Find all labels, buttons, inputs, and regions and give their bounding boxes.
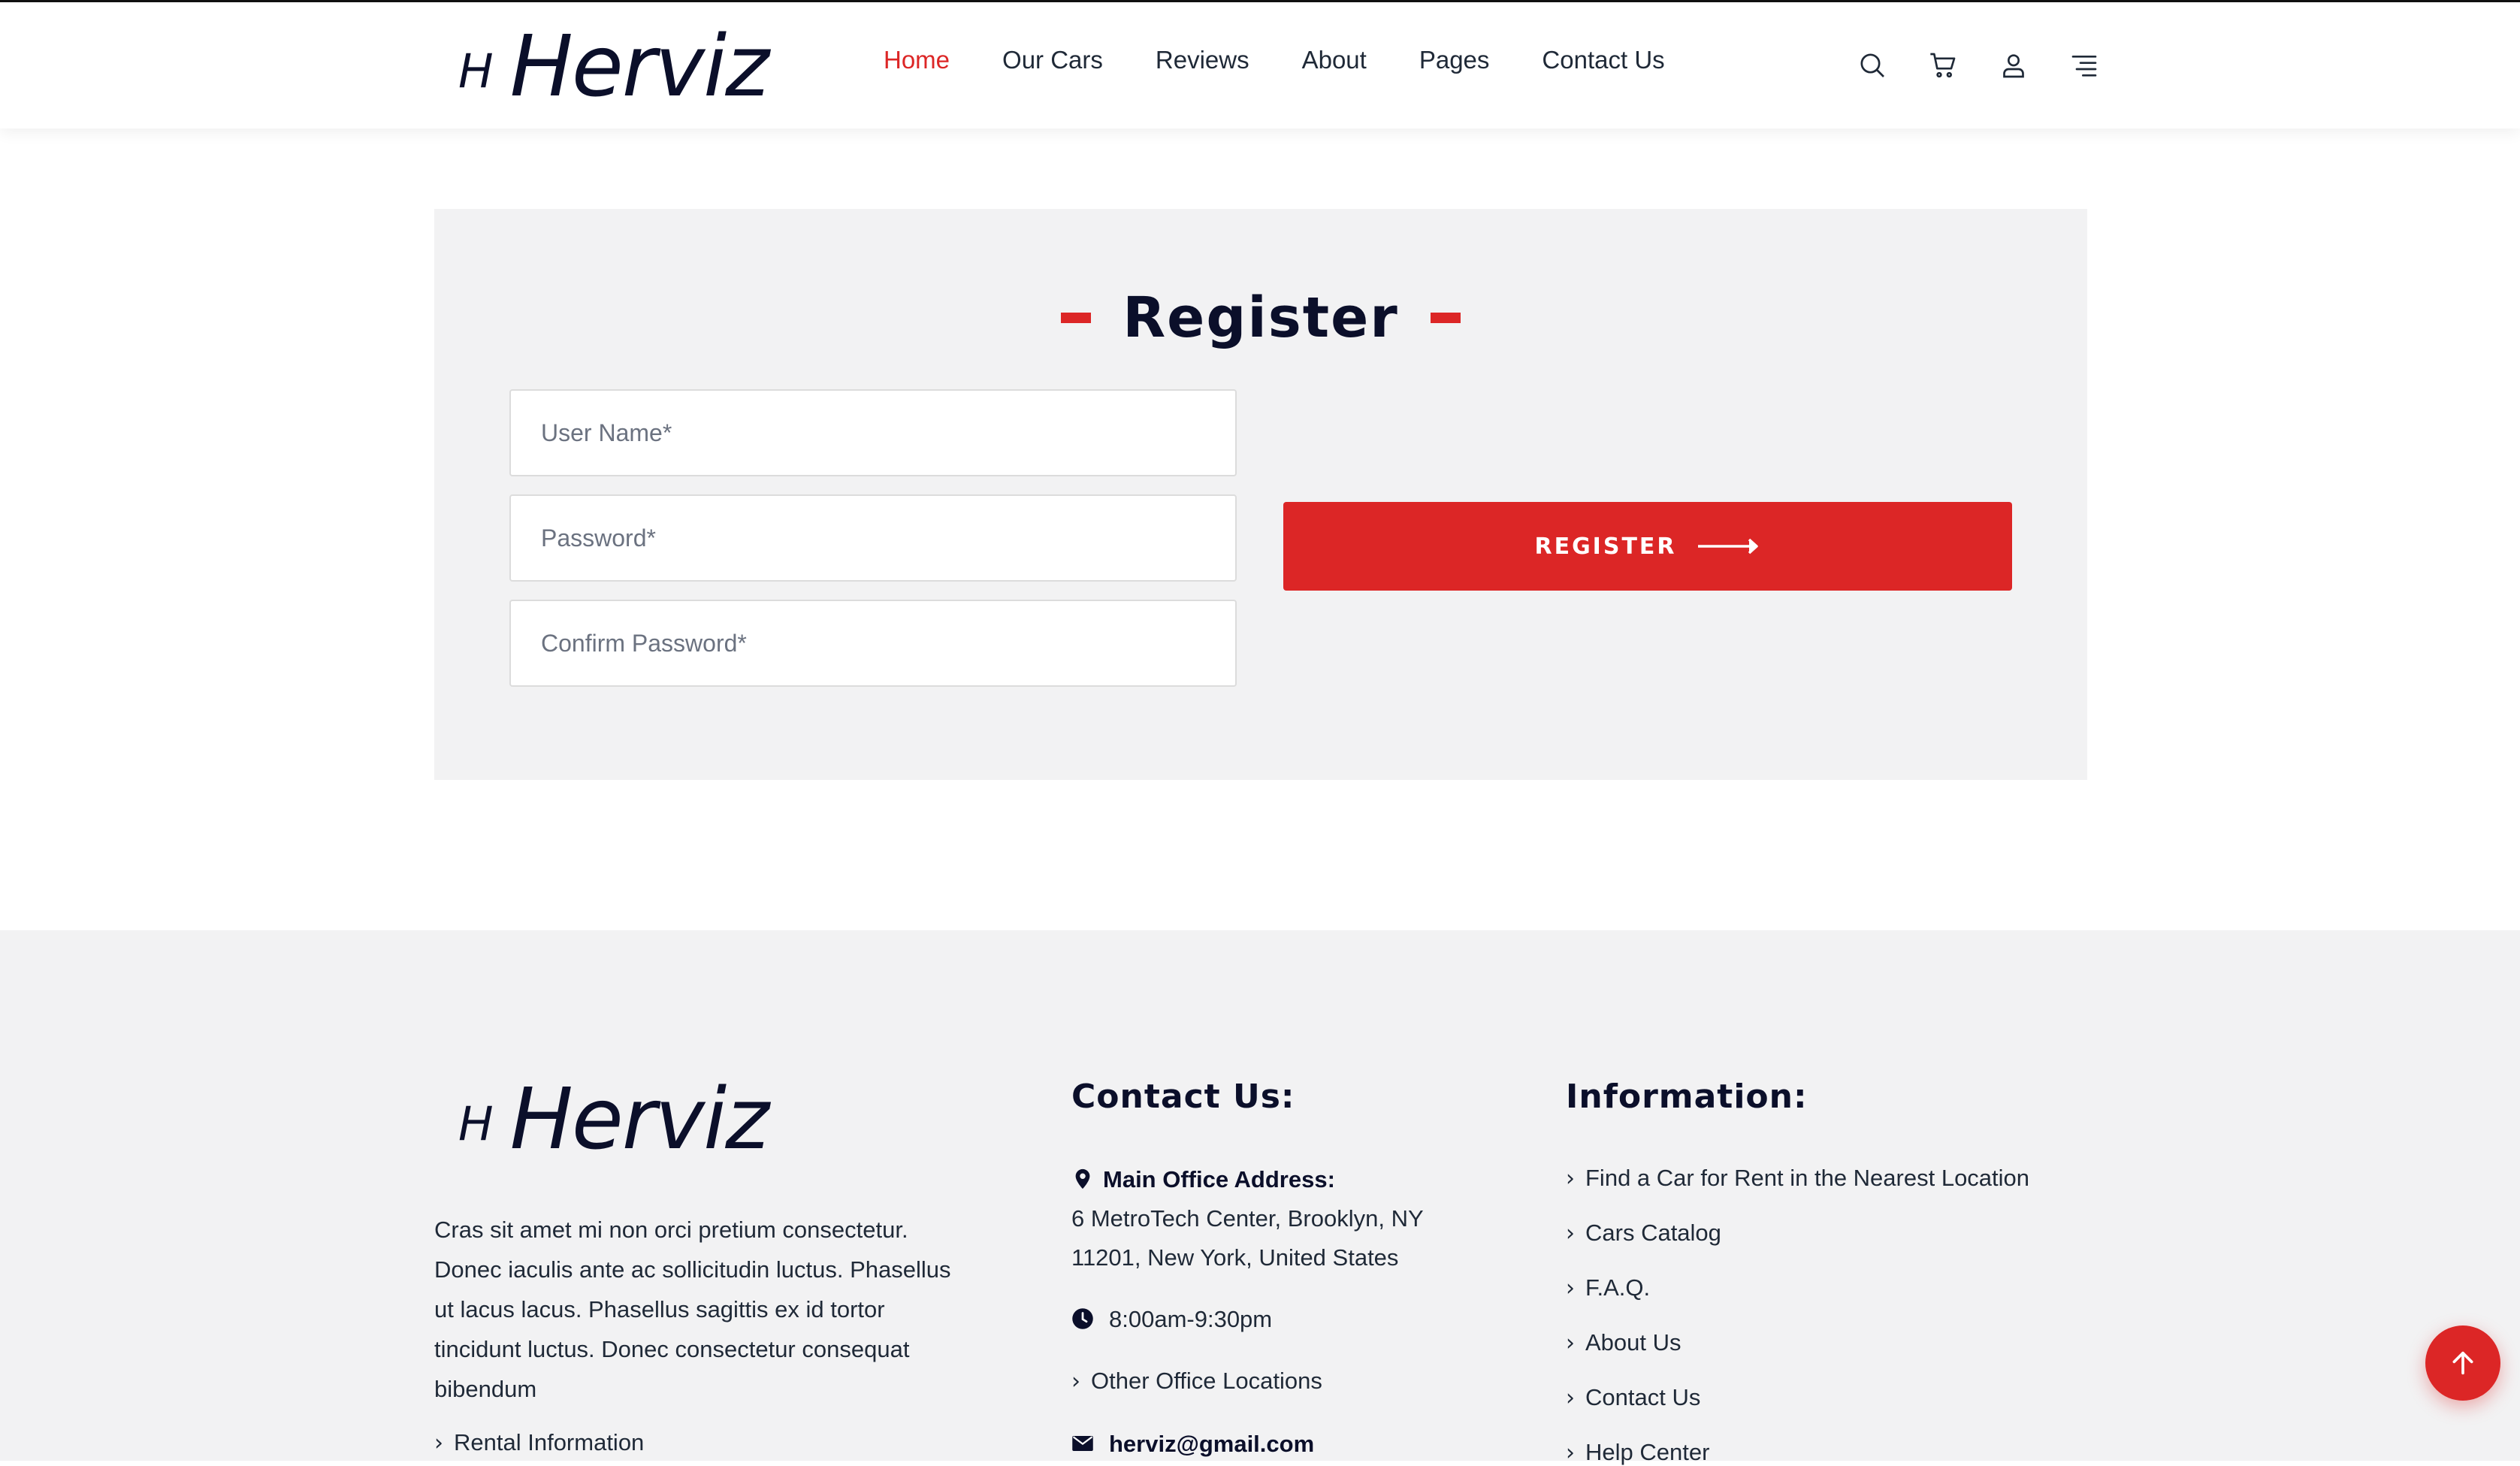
contact-heading: Contact Us: bbox=[1071, 1078, 1295, 1116]
chevron-right-icon: › bbox=[1566, 1220, 1575, 1247]
username-input[interactable] bbox=[511, 391, 1235, 475]
logo-wordmark: Herviz bbox=[509, 18, 769, 116]
footer-link-label: Find a Car for Rent in the Nearest Locat… bbox=[1585, 1165, 2030, 1191]
password-input[interactable] bbox=[511, 496, 1235, 580]
nav-our-cars[interactable]: Our Cars bbox=[1002, 46, 1103, 74]
title-dash-right bbox=[1430, 313, 1461, 323]
email-link[interactable]: herviz@gmail.com bbox=[1109, 1425, 1314, 1464]
envelope-icon bbox=[1072, 1436, 1093, 1451]
information-heading: Information: bbox=[1566, 1078, 1808, 1116]
other-office-locations-link[interactable]: › Other Office Locations bbox=[1071, 1368, 1322, 1395]
map-pin-icon bbox=[1075, 1168, 1090, 1189]
nav-pages[interactable]: Pages bbox=[1419, 46, 1490, 74]
clock-icon bbox=[1072, 1308, 1093, 1329]
footer-link-label: Other Office Locations bbox=[1091, 1368, 1322, 1394]
header-actions bbox=[1856, 49, 2138, 82]
chevron-right-icon: › bbox=[1566, 1165, 1575, 1192]
user-icon[interactable] bbox=[1997, 49, 2030, 82]
chevron-right-icon: › bbox=[1566, 1329, 1575, 1356]
footer-link-rental-information[interactable]: › Rental Information bbox=[434, 1429, 644, 1456]
register-panel: Register REGISTER bbox=[434, 209, 2087, 780]
logo-mark: H bbox=[458, 44, 494, 98]
info-link-faq[interactable]: › F.A.Q. bbox=[1566, 1274, 1650, 1301]
confirm-password-field-wrap bbox=[509, 600, 1237, 687]
info-link-cars-catalog[interactable]: › Cars Catalog bbox=[1566, 1220, 1721, 1247]
scroll-to-top-button[interactable] bbox=[2425, 1325, 2500, 1401]
cart-icon[interactable] bbox=[1926, 49, 1959, 82]
logo-mark: H bbox=[458, 1096, 494, 1151]
logo-wordmark: Herviz bbox=[509, 1071, 769, 1168]
register-button[interactable]: REGISTER bbox=[1283, 502, 2012, 591]
menu-icon[interactable] bbox=[2068, 49, 2101, 82]
info-link-about-us[interactable]: › About Us bbox=[1566, 1329, 1682, 1356]
chevron-right-icon: › bbox=[1566, 1384, 1575, 1411]
main-office-label: Main Office Address: bbox=[1103, 1166, 1335, 1192]
footer-link-label: F.A.Q. bbox=[1585, 1274, 1651, 1301]
register-title-row: Register bbox=[434, 286, 2087, 350]
footer-link-label: Rental Information bbox=[454, 1429, 645, 1455]
address-line-1: 6 MetroTech Center, Brooklyn, NY bbox=[1071, 1205, 1424, 1232]
confirm-password-input[interactable] bbox=[511, 601, 1235, 685]
search-icon[interactable] bbox=[1856, 49, 1889, 82]
chevron-right-icon: › bbox=[1566, 1439, 1575, 1466]
header-logo[interactable]: H Herviz bbox=[458, 18, 769, 116]
nav-contact-us[interactable]: Contact Us bbox=[1542, 46, 1664, 74]
arrow-up-icon bbox=[2452, 1351, 2473, 1375]
footer-link-label: Contact Us bbox=[1585, 1384, 1701, 1410]
main-nav: Home Our Cars Reviews About Pages Contac… bbox=[884, 46, 1718, 74]
info-link-find-car[interactable]: › Find a Car for Rent in the Nearest Loc… bbox=[1566, 1165, 2029, 1192]
footer-link-label: About Us bbox=[1585, 1329, 1682, 1356]
register-button-label: REGISTER bbox=[1534, 533, 1677, 560]
password-field-wrap bbox=[509, 494, 1237, 582]
site-header: H Herviz Home Our Cars Reviews About Pag… bbox=[0, 2, 2520, 128]
footer-logo[interactable]: H Herviz bbox=[458, 1071, 769, 1168]
chevron-right-icon: › bbox=[434, 1429, 443, 1456]
site-footer: H Herviz Cras sit amet mi non orci preti… bbox=[0, 930, 2520, 1466]
nav-about[interactable]: About bbox=[1302, 46, 1367, 74]
arrow-right-icon bbox=[1697, 538, 1758, 555]
title-dash-left bbox=[1061, 313, 1092, 323]
office-hours: 8:00am-9:30pm bbox=[1109, 1306, 1273, 1332]
info-link-contact-us[interactable]: › Contact Us bbox=[1566, 1384, 1700, 1411]
chevron-right-icon: › bbox=[1566, 1274, 1575, 1301]
username-field-wrap bbox=[509, 389, 1237, 476]
footer-link-label: Cars Catalog bbox=[1585, 1220, 1721, 1246]
chevron-right-icon: › bbox=[1071, 1368, 1080, 1395]
footer-link-label: Help Center bbox=[1585, 1439, 1710, 1465]
register-title: Register bbox=[1123, 286, 1399, 350]
address-line-2: 11201, New York, United States bbox=[1071, 1244, 1399, 1271]
nav-home[interactable]: Home bbox=[884, 46, 950, 74]
info-link-help-center[interactable]: › Help Center bbox=[1566, 1439, 1709, 1466]
footer-description: Cras sit amet mi non orci pretium consec… bbox=[434, 1217, 951, 1402]
nav-reviews[interactable]: Reviews bbox=[1156, 46, 1249, 74]
